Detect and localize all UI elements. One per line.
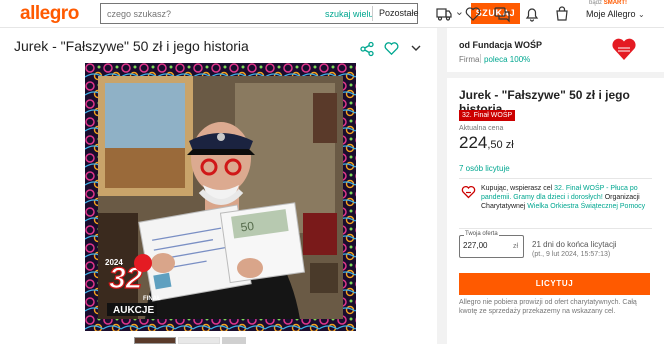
search-input[interactable] [101, 4, 271, 23]
top-navigation: allegro szukaj wielu Pozostałe ⌄ SZUKAJ … [0, 0, 664, 28]
smart-label: bądź SMART! [589, 0, 627, 6]
search-separator [372, 6, 373, 21]
seller-type: Firma [459, 55, 480, 64]
photo-logo-line2: AUKCJE [113, 305, 154, 316]
bid-input[interactable] [463, 241, 507, 250]
svg-text:50: 50 [240, 219, 255, 235]
auction-end-date: (pt., 9 lut 2024, 15:57:13) [532, 251, 611, 258]
search-bar: szukaj wielu Pozostałe ⌄ SZUKAJ [100, 3, 520, 24]
cart-icon[interactable] [553, 5, 571, 23]
category-select-value: Pozostałe [379, 8, 419, 18]
divider [459, 178, 652, 179]
smart-prefix: bądź [589, 0, 603, 6]
favorite-heart-icon[interactable] [383, 40, 400, 57]
thumbnail-strip [134, 337, 246, 344]
seller-recommend[interactable]: poleca 100% [484, 55, 530, 64]
charity-text: Kupując, wspierasz cel 32. Finał WOŚP - … [481, 184, 653, 211]
price-main: 224 [459, 133, 488, 152]
gallery-card: Jurek - "Fałszywe" 50 zł i jego historia [0, 28, 437, 344]
photo-logo-line1: FINAŁ [143, 296, 161, 302]
category-select[interactable]: Pozostałe ⌄ [374, 4, 469, 23]
wosp-heart-logo [612, 38, 636, 60]
photo-logo-year: 2024 [105, 258, 123, 267]
auction-ends-in: 21 dni do końca licytacji [532, 240, 617, 249]
bid-button[interactable]: LICYTUJ [459, 273, 650, 295]
chevron-down-icon: ⌄ [454, 6, 464, 18]
bidders-count-link[interactable]: 7 osób licytuje [459, 164, 510, 173]
current-price: 224,50 zł [459, 133, 514, 153]
bid-field[interactable]: Twoja oferta zł [459, 231, 524, 258]
bell-icon[interactable] [523, 5, 541, 23]
charity-heart-icon [461, 185, 476, 199]
account-label: Moje Allegro [586, 9, 636, 19]
chevron-down-icon: ⌄ [638, 10, 645, 19]
product-image: 50 32 2024 FINAŁ AUKCJE [85, 63, 356, 331]
heart-icon[interactable] [464, 5, 482, 23]
offer-column: od Fundacja WOŚP Firma poleca 100% Jurek… [447, 28, 664, 344]
search-many-link[interactable]: szukaj wielu [325, 9, 374, 19]
charity-org-link[interactable]: Wielka Orkiestra Świątecznej Pomocy [527, 203, 645, 210]
bid-currency: zł [512, 243, 518, 250]
final-badge: 32. Finał WOŚP [459, 110, 516, 121]
seller-name[interactable]: od Fundacja WOŚP [459, 40, 542, 50]
bid-field-label: Twoja oferta [464, 231, 499, 237]
divider [459, 228, 652, 229]
charity-text-1: Kupując, wspierasz cel [481, 185, 555, 192]
page-title: Jurek - "Fałszywe" 50 zł i jego historia [14, 38, 249, 54]
chevron-down-icon[interactable] [409, 41, 423, 55]
seller-separator [480, 54, 481, 63]
smart-brand: SMART! [603, 0, 628, 6]
seller-card: od Fundacja WOŚP Firma poleca 100% [447, 28, 664, 72]
messages-icon[interactable] [493, 5, 511, 23]
offer-card: Jurek - "Fałszywe" 50 zł i jego historia… [447, 78, 664, 344]
account-menu[interactable]: Moje Allegro ⌄ [586, 9, 645, 19]
commission-note: Allegro nie pobiera prowizji od ofert ch… [459, 299, 637, 315]
product-photo[interactable]: 50 32 2024 FINAŁ AUKCJE [85, 63, 356, 331]
allegro-logo[interactable]: allegro [20, 3, 79, 25]
delivery-icon[interactable] [435, 5, 453, 23]
thumbnail[interactable] [222, 337, 246, 344]
current-price-label: Aktualna cena [459, 125, 504, 132]
share-icon[interactable] [359, 41, 375, 57]
thumbnail[interactable] [134, 337, 176, 344]
price-rest: ,50 zł [487, 139, 514, 151]
thumbnail[interactable] [178, 337, 220, 344]
